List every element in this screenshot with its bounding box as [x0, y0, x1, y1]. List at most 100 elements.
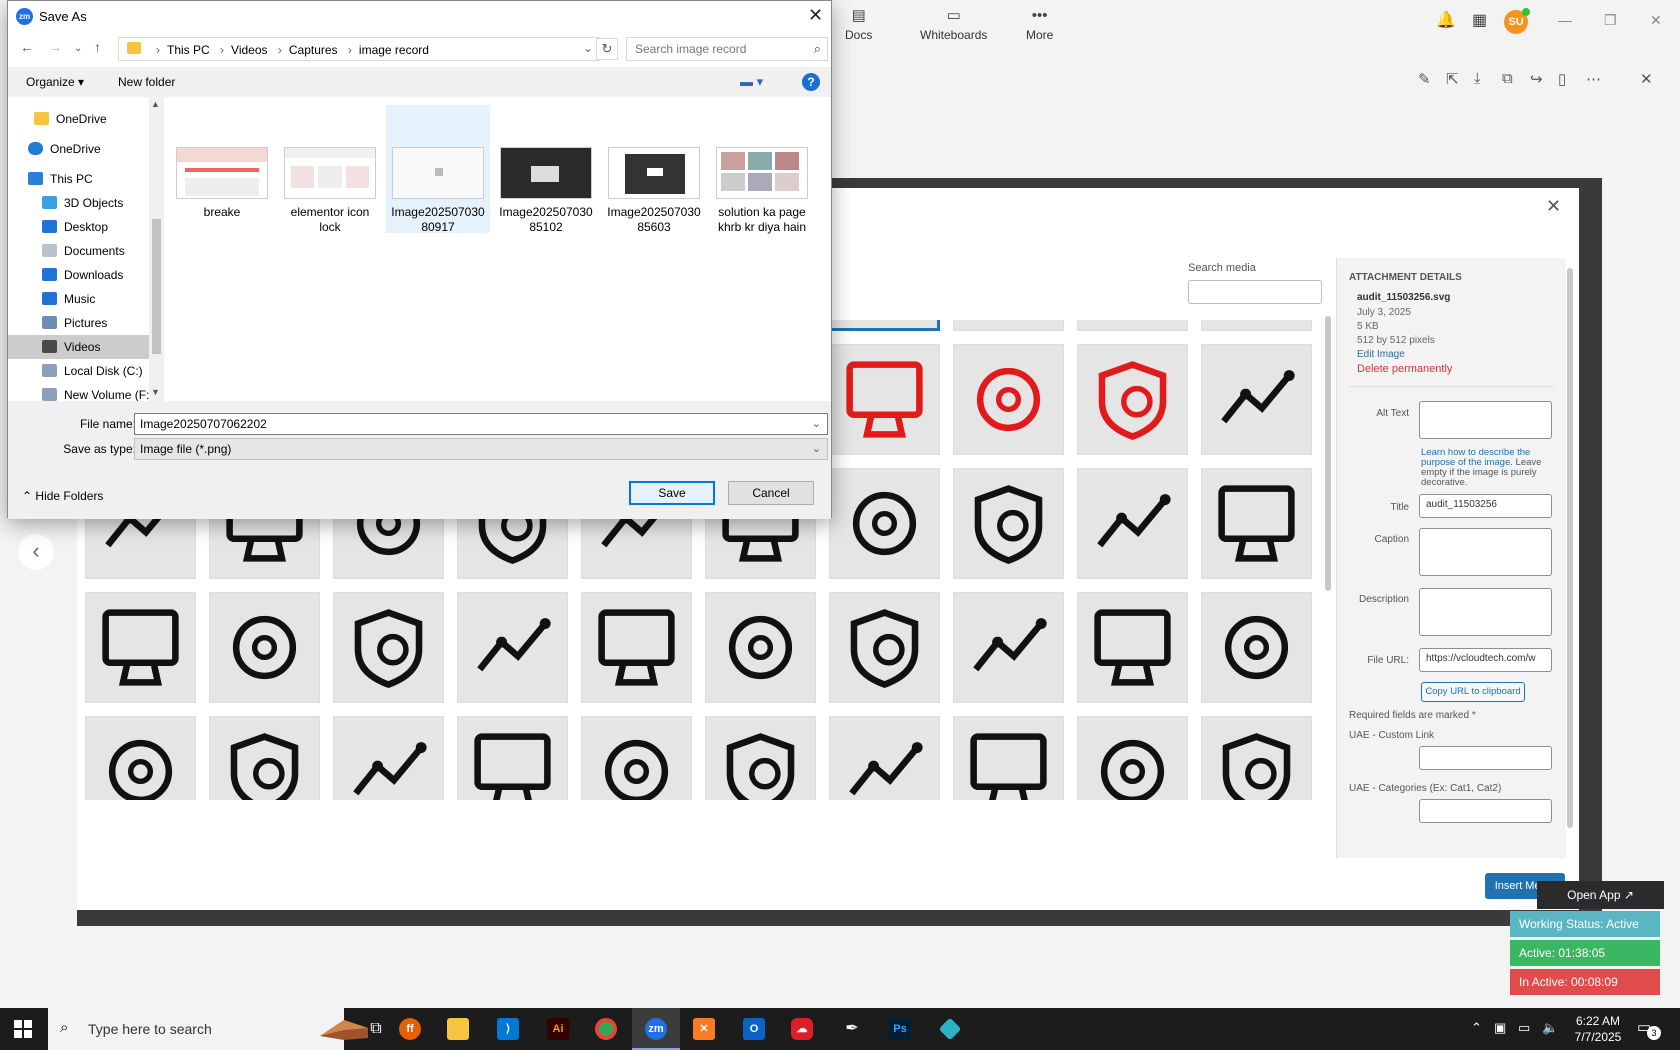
tray-app-icon[interactable]: ▣ [1494, 1020, 1506, 1036]
nav-item-onedrive[interactable]: OneDrive [8, 107, 156, 131]
taskbar-search-box[interactable]: ⌕ Type here to search [48, 1008, 368, 1050]
calendar-icon[interactable]: ▦ [1472, 10, 1487, 30]
breadcrumb-this-pc[interactable]: This PC [167, 43, 210, 57]
nav-item-pictures[interactable]: Pictures [8, 311, 156, 335]
outlook-icon[interactable]: O [730, 1008, 778, 1050]
forward-arrow-icon[interactable]: → [48, 39, 62, 55]
pen-tool-icon[interactable]: ✒ [828, 1008, 876, 1050]
media-tile[interactable]: ✓ [829, 320, 940, 331]
media-tile[interactable] [953, 344, 1064, 455]
bell-icon[interactable]: 🔔 [1436, 10, 1456, 30]
copy-url-button[interactable]: Copy URL to clipboard [1421, 682, 1525, 702]
address-bar[interactable]: › This PC › Videos › Captures › image record… [118, 37, 600, 61]
close-doc-icon[interactable]: ✕ [1640, 70, 1653, 88]
download-icon[interactable]: ⤓ [1474, 70, 1481, 87]
media-tile[interactable] [829, 468, 940, 579]
scroll-up-icon[interactable]: ▲ [151, 99, 160, 109]
file-item[interactable]: solution ka page khrb kr diya hain [710, 105, 814, 234]
share-icon[interactable]: ↪ [1530, 70, 1543, 88]
title-field[interactable]: audit_11503256 [1419, 494, 1552, 518]
volume-icon[interactable]: 🔈 [1542, 1020, 1558, 1036]
media-close-icon[interactable]: ✕ [1546, 196, 1561, 217]
media-tile[interactable] [85, 592, 196, 703]
media-tile[interactable] [333, 592, 444, 703]
file-item[interactable]: Image20250703080917 [386, 105, 490, 234]
maximize-icon[interactable]: ❐ [1604, 12, 1617, 29]
media-tile[interactable] [457, 716, 568, 800]
zoom-tab-more[interactable]: ••• More [1026, 8, 1053, 43]
file-explorer-icon[interactable] [434, 1008, 482, 1050]
view-options-icon[interactable]: ▬ ▾ [740, 74, 763, 90]
media-tile[interactable] [581, 592, 692, 703]
media-tile[interactable] [1201, 592, 1312, 703]
media-tile[interactable] [1077, 320, 1188, 331]
refresh-icon[interactable]: ↻ [596, 38, 618, 60]
file-item[interactable]: elementor icon lock [278, 105, 382, 234]
breadcrumb-captures[interactable]: Captures [289, 43, 338, 57]
notification-icon[interactable]: ▭ 3 [1637, 1018, 1661, 1040]
illustrator-icon[interactable]: Ai [534, 1008, 582, 1050]
chrome-icon[interactable] [582, 1008, 630, 1050]
media-tile[interactable] [1201, 344, 1312, 455]
chevron-down-icon[interactable]: ⌄ [812, 417, 821, 430]
nav-item-3d-objects[interactable]: 3D Objects [8, 191, 156, 215]
media-tile[interactable] [85, 716, 196, 800]
nav-item-desktop[interactable]: Desktop [8, 215, 156, 239]
up-arrow-icon[interactable]: ↑ [94, 39, 101, 55]
zoom-tab-docs[interactable]: ▤ Docs [845, 8, 872, 43]
file-item[interactable]: Image20250703085102 [494, 105, 598, 234]
details-scrollbar[interactable] [1567, 268, 1573, 828]
media-grid-scrollbar[interactable] [1325, 316, 1331, 591]
delete-permanently-link[interactable]: Delete permanently [1357, 363, 1452, 375]
media-tile[interactable] [705, 716, 816, 800]
nav-item-music[interactable]: Music [8, 287, 156, 311]
photoshop-icon[interactable]: Ps [876, 1008, 924, 1050]
media-tile[interactable] [1077, 716, 1188, 800]
media-tile[interactable] [1201, 468, 1312, 579]
back-arrow-icon[interactable]: ← [20, 39, 34, 55]
media-tile[interactable] [1201, 716, 1312, 800]
creative-cloud-icon[interactable]: ☁ [778, 1008, 826, 1050]
media-tile[interactable] [829, 592, 940, 703]
scroll-thumb[interactable] [152, 219, 161, 354]
breadcrumb-image-record[interactable]: image record [359, 43, 429, 57]
media-tile[interactable] [829, 716, 940, 800]
save-type-select[interactable]: Image file (*.png) ⌄ [134, 438, 828, 460]
media-tile[interactable] [457, 592, 568, 703]
media-tile[interactable] [1077, 592, 1188, 703]
tray-chevron-up-icon[interactable]: ⌃ [1471, 1020, 1482, 1036]
edit-icon[interactable]: ✎ [1418, 70, 1431, 88]
media-tile[interactable] [1077, 468, 1188, 579]
media-tile[interactable] [333, 716, 444, 800]
copy-icon[interactable]: ⧉ [1502, 70, 1513, 87]
diamond-app-icon[interactable] [926, 1008, 974, 1050]
vscode-icon[interactable]: ⟩ [484, 1008, 532, 1050]
caption-field[interactable] [1419, 528, 1552, 576]
edit-image-link[interactable]: Edit Image [1357, 349, 1405, 360]
recent-chevron-icon[interactable]: ⌄ [74, 43, 82, 54]
avatar[interactable]: SU [1504, 8, 1530, 34]
search-media-input[interactable] [1188, 280, 1322, 304]
bookmark-icon[interactable]: ▯ [1558, 70, 1566, 88]
xampp-icon[interactable]: ✕ [680, 1008, 728, 1050]
media-tile[interactable] [953, 716, 1064, 800]
media-tile[interactable] [953, 468, 1064, 579]
firefox-icon[interactable]: ff [386, 1008, 434, 1050]
zoom-app-icon[interactable]: zm [632, 1008, 680, 1050]
media-tile[interactable] [209, 716, 320, 800]
open-external-icon[interactable]: ⇱ [1446, 70, 1459, 88]
nav-item-documents[interactable]: Documents [8, 239, 156, 263]
media-tile[interactable] [209, 592, 320, 703]
custom-link-field[interactable] [1419, 746, 1552, 770]
open-app-button[interactable]: Open App ↗ [1537, 881, 1664, 909]
hide-folders-button[interactable]: ⌃ Hide Folders [22, 489, 103, 503]
new-folder-button[interactable]: New folder [118, 75, 175, 89]
breadcrumb-videos[interactable]: Videos [231, 43, 267, 57]
dialog-search-input[interactable]: Search image record ⌕ [626, 37, 828, 61]
dialog-titlebar[interactable]: zm Save As ✕ [8, 1, 831, 33]
file-url-field[interactable]: https://vcloudtech.com/w [1419, 648, 1552, 672]
help-icon[interactable]: ? [802, 73, 820, 91]
windows-start-icon[interactable] [14, 1020, 32, 1038]
media-tile[interactable] [953, 592, 1064, 703]
nav-item-local-disk-c[interactable]: Local Disk (C:) [8, 359, 156, 383]
